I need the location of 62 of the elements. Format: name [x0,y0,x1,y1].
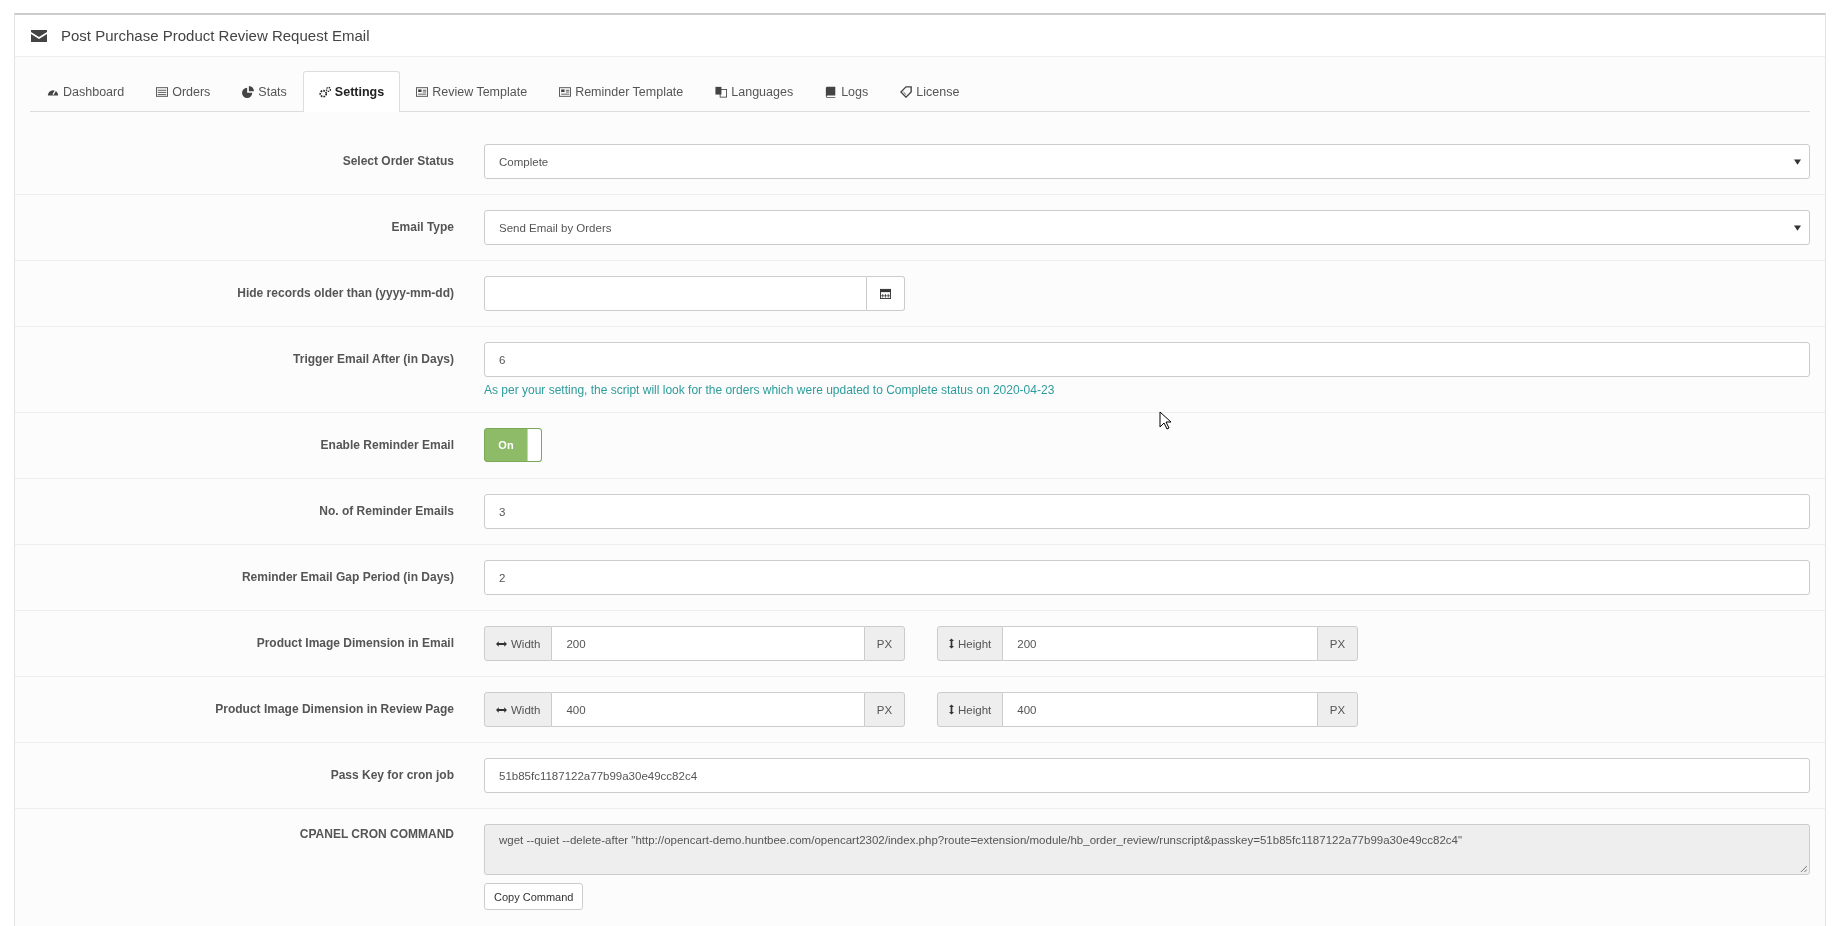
input-addon: Height [937,626,1004,661]
tab[interactable]: Review Template [400,71,544,112]
caret-icon [1794,158,1801,165]
input-addon: Width [484,626,553,661]
tab[interactable]: Orders [140,71,227,112]
field-label: CPANEL CRON COMMAND [298,826,454,843]
vertical-arrows-icon [949,704,954,715]
mouse-cursor-icon [1159,411,1171,430]
calendar-button[interactable] [867,276,905,311]
tab-icon [559,86,572,98]
field-label: Reminder Email Gap Period (in Days) [240,569,454,586]
unit-addon: PX [864,692,905,727]
unit-addon: PX [864,626,905,661]
tab[interactable]: Languages [699,71,810,112]
field-label: No. of Reminder Emails [318,503,454,520]
tab-icon [416,86,429,98]
vertical-arrows-icon [949,638,954,649]
field-label: Product Image Dimension in Review Page [214,701,454,718]
input-field[interactable]: 3 [484,494,1810,529]
horizontal-arrows-icon [496,640,507,647]
tab[interactable]: Stats [226,71,303,112]
tab[interactable]: Settings [302,71,401,112]
tab[interactable]: License [884,71,976,112]
input-field[interactable]: 2 [484,560,1810,595]
field-label: Enable Reminder Email [319,437,454,454]
field-label: Select Order Status [341,153,454,170]
field-label: Hide records older than (yyyy-mm-dd) [236,285,454,302]
select-field[interactable]: Complete [484,144,1810,179]
unit-addon: PX [1317,626,1358,661]
tab-icon [318,86,331,98]
tab-icon [242,86,255,98]
input-field[interactable]: 51b85fc1187122a77b99a30e49cc82c4 [484,758,1810,793]
caret-icon [1794,224,1801,231]
envelope-icon [31,29,47,42]
copy-command-button[interactable]: Copy Command [484,883,584,910]
input-field[interactable]: 400 [1003,692,1317,727]
input-field[interactable]: 6 [484,342,1810,377]
command-textarea[interactable]: wget --quiet --delete-after "http://opencart-demo.huntbee.com/opencart2302/index.php?route=extension/module/hb_order_review/runscript&passkey=51b85fc1187122a77b99a30e49cc82c4" [484,824,1810,875]
tab[interactable]: Reminder Template [543,71,700,112]
resize-grip-icon [1800,865,1807,872]
input-addon: Height [937,692,1004,727]
unit-addon: PX [1317,692,1358,727]
select-field[interactable]: Send Email by Orders [484,210,1810,245]
tab[interactable]: Dashboard [31,71,141,112]
tab-icon [825,86,838,98]
panel-title: Post Purchase Product Review Request Email [61,27,370,44]
input-field[interactable] [484,276,867,311]
tab-icon [900,86,913,98]
field-label: Product Image Dimension in Email [255,635,454,652]
input-addon: Width [484,692,553,727]
calendar-icon [880,288,891,299]
field-label: Pass Key for cron job [329,767,454,784]
input-field[interactable]: 400 [552,692,864,727]
field-label: Email Type [390,219,454,236]
input-field[interactable]: 200 [1003,626,1317,661]
tab-icon [156,86,169,98]
tab-icon [715,86,728,98]
input-field[interactable]: 200 [552,626,864,661]
horizontal-arrows-icon [496,706,507,713]
field-label: Trigger Email After (in Days) [292,351,454,368]
help-text: As per your setting, the script will look for the orders which were updated to Complete status on 2020-04-23 [484,383,1056,397]
tab[interactable]: Logs [809,71,885,112]
